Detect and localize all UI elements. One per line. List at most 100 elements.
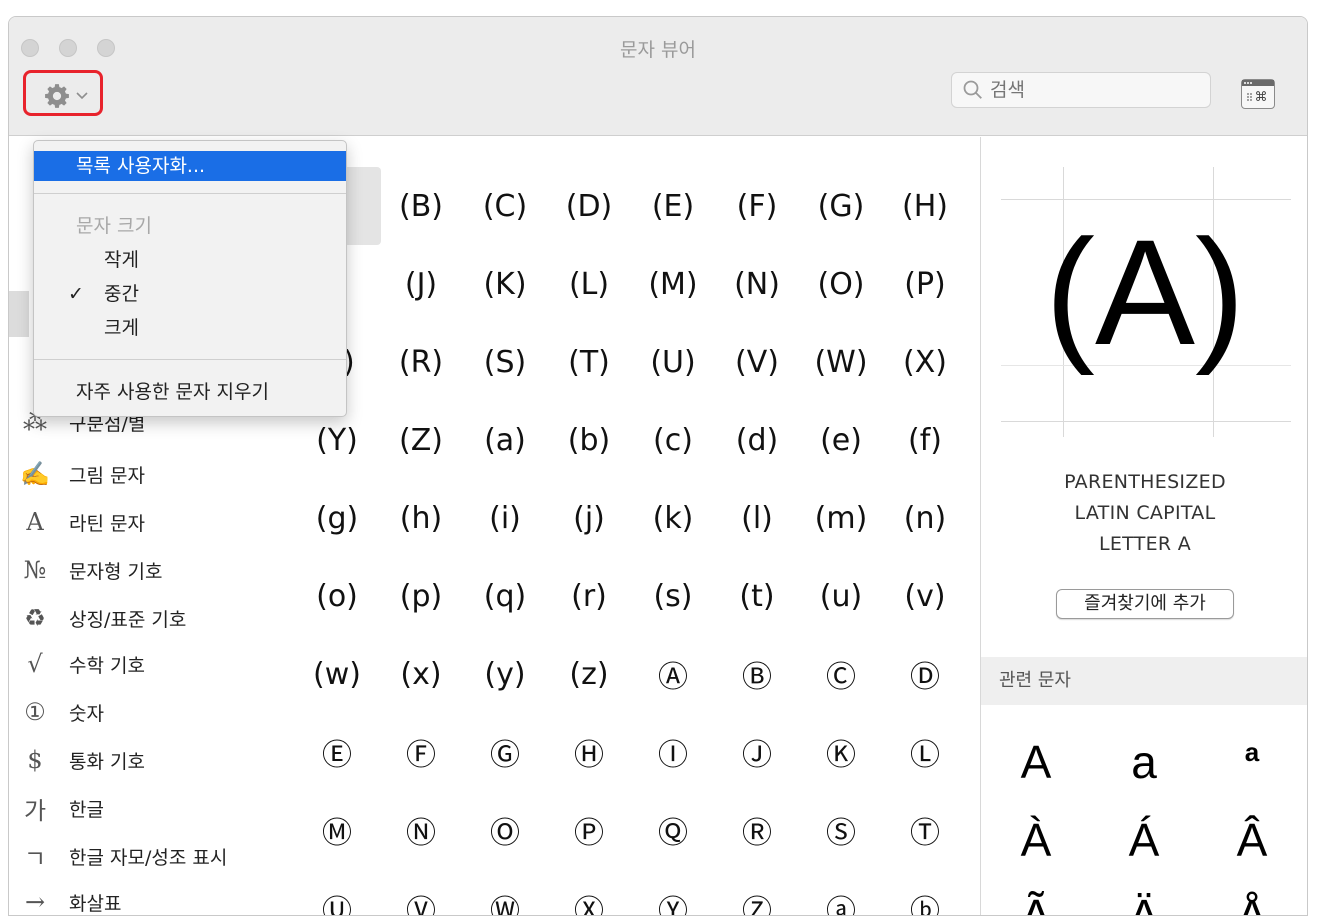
- keyboard-viewer-button[interactable]: ⌘: [1241, 79, 1275, 109]
- character-cell[interactable]: (m): [799, 479, 883, 557]
- sidebar-item-arrows[interactable]: → 화살표: [9, 879, 289, 915]
- related-character[interactable]: Å: [1207, 889, 1297, 915]
- character-cell[interactable]: (S): [463, 323, 547, 401]
- character-cell[interactable]: (E): [631, 167, 715, 245]
- character-cell[interactable]: (b): [547, 401, 631, 479]
- character-cell[interactable]: (l): [715, 479, 799, 557]
- sidebar-item-signs-standard-symbols[interactable]: ♻ 상징/표준 기호: [9, 595, 289, 641]
- character-cell[interactable]: (T): [547, 323, 631, 401]
- sidebar-item-latin[interactable]: A 라틴 문자: [9, 499, 289, 545]
- related-character[interactable]: Â: [1207, 813, 1297, 881]
- character-cell[interactable]: (k): [631, 479, 715, 557]
- character-cell[interactable]: Ⓘ: [631, 713, 715, 791]
- menu-item-size-small[interactable]: 작게: [34, 245, 346, 275]
- menu-item-clear-frequent[interactable]: 자주 사용한 문자 지우기: [34, 377, 346, 407]
- sidebar-item-currency-symbols[interactable]: $ 통화 기호: [9, 737, 289, 783]
- character-cell[interactable]: Ⓐ: [631, 635, 715, 713]
- character-cell[interactable]: (w): [295, 635, 379, 713]
- character-cell[interactable]: (J): [379, 245, 463, 323]
- sidebar-item-math-symbols[interactable]: √ 수학 기호: [9, 641, 289, 687]
- character-cell[interactable]: (u): [799, 557, 883, 635]
- related-character[interactable]: Á: [1099, 813, 1189, 881]
- character-cell[interactable]: (U): [631, 323, 715, 401]
- character-cell[interactable]: Ⓗ: [547, 713, 631, 791]
- character-cell[interactable]: Ⓨ: [631, 869, 715, 915]
- character-cell[interactable]: (M): [631, 245, 715, 323]
- character-cell[interactable]: Ⓟ: [547, 791, 631, 869]
- menu-item-size-medium[interactable]: ✓ 중간: [34, 279, 346, 309]
- character-cell[interactable]: Ⓢ: [799, 791, 883, 869]
- menu-item-size-large[interactable]: 크게: [34, 313, 346, 343]
- character-cell[interactable]: Ⓤ: [295, 869, 379, 915]
- sidebar-item-pictographs[interactable]: ✍ 그림 문자: [9, 451, 289, 497]
- character-cell[interactable]: Ⓙ: [715, 713, 799, 791]
- character-cell[interactable]: (z): [547, 635, 631, 713]
- character-cell[interactable]: (G): [799, 167, 883, 245]
- character-cell[interactable]: Ⓕ: [379, 713, 463, 791]
- sidebar-item-digits[interactable]: ① 숫자: [9, 689, 289, 735]
- character-cell[interactable]: (t): [715, 557, 799, 635]
- character-cell[interactable]: (a): [463, 401, 547, 479]
- character-cell[interactable]: (V): [715, 323, 799, 401]
- character-cell[interactable]: (P): [883, 245, 967, 323]
- related-character[interactable]: a: [1099, 735, 1189, 803]
- character-cell[interactable]: (h): [379, 479, 463, 557]
- character-cell[interactable]: (O): [799, 245, 883, 323]
- character-cell[interactable]: (e): [799, 401, 883, 479]
- character-cell[interactable]: Ⓝ: [379, 791, 463, 869]
- character-cell[interactable]: (r): [547, 557, 631, 635]
- character-cell[interactable]: (R): [379, 323, 463, 401]
- related-character[interactable]: A: [991, 735, 1081, 803]
- sidebar-item-hangul-jamo[interactable]: ㄱ 한글 자모/성조 표시: [9, 833, 289, 879]
- character-cell[interactable]: (s): [631, 557, 715, 635]
- sidebar-item-letterlike-symbols[interactable]: № 문자형 기호: [9, 547, 289, 593]
- character-cell[interactable]: (C): [463, 167, 547, 245]
- character-cell[interactable]: Ⓛ: [883, 713, 967, 791]
- character-cell[interactable]: (F): [715, 167, 799, 245]
- character-cell[interactable]: Ⓜ: [295, 791, 379, 869]
- character-cell[interactable]: (x): [379, 635, 463, 713]
- character-cell[interactable]: ⓑ: [883, 869, 967, 915]
- character-cell[interactable]: (W): [799, 323, 883, 401]
- character-cell[interactable]: (Z): [379, 401, 463, 479]
- related-character[interactable]: a: [1207, 737, 1297, 805]
- character-cell[interactable]: Ⓓ: [883, 635, 967, 713]
- character-cell[interactable]: (c): [631, 401, 715, 479]
- character-cell[interactable]: (j): [547, 479, 631, 557]
- search-field[interactable]: [951, 72, 1211, 108]
- character-cell[interactable]: Ⓔ: [295, 713, 379, 791]
- character-cell[interactable]: Ⓖ: [463, 713, 547, 791]
- character-cell[interactable]: (H): [883, 167, 967, 245]
- character-cell[interactable]: Ⓡ: [715, 791, 799, 869]
- character-cell[interactable]: (K): [463, 245, 547, 323]
- character-cell[interactable]: (D): [547, 167, 631, 245]
- character-cell[interactable]: (y): [463, 635, 547, 713]
- character-cell[interactable]: (o): [295, 557, 379, 635]
- character-cell[interactable]: Ⓣ: [883, 791, 967, 869]
- character-cell[interactable]: (p): [379, 557, 463, 635]
- related-character[interactable]: Ã: [991, 889, 1081, 915]
- character-cell[interactable]: Ⓑ: [715, 635, 799, 713]
- add-to-favorites-button[interactable]: 즐겨찾기에 추가: [1056, 589, 1234, 619]
- menu-item-customize-list[interactable]: 목록 사용자화...: [34, 151, 346, 181]
- character-cell[interactable]: (n): [883, 479, 967, 557]
- character-cell[interactable]: Ⓠ: [631, 791, 715, 869]
- character-cell[interactable]: Ⓚ: [799, 713, 883, 791]
- sidebar-item-hangul[interactable]: 가 한글: [9, 785, 289, 831]
- related-character[interactable]: À: [991, 813, 1081, 881]
- search-input[interactable]: [990, 79, 1190, 101]
- character-cell[interactable]: (L): [547, 245, 631, 323]
- character-cell[interactable]: Ⓧ: [547, 869, 631, 915]
- character-cell[interactable]: Ⓩ: [715, 869, 799, 915]
- character-cell[interactable]: (q): [463, 557, 547, 635]
- character-cell[interactable]: (v): [883, 557, 967, 635]
- character-cell[interactable]: (g): [295, 479, 379, 557]
- character-cell[interactable]: Ⓞ: [463, 791, 547, 869]
- character-cell[interactable]: ⓐ: [799, 869, 883, 915]
- character-cell[interactable]: (d): [715, 401, 799, 479]
- character-cell[interactable]: (B): [379, 167, 463, 245]
- character-cell[interactable]: (X): [883, 323, 967, 401]
- character-cell[interactable]: (i): [463, 479, 547, 557]
- character-cell[interactable]: (N): [715, 245, 799, 323]
- character-cell[interactable]: Ⓦ: [463, 869, 547, 915]
